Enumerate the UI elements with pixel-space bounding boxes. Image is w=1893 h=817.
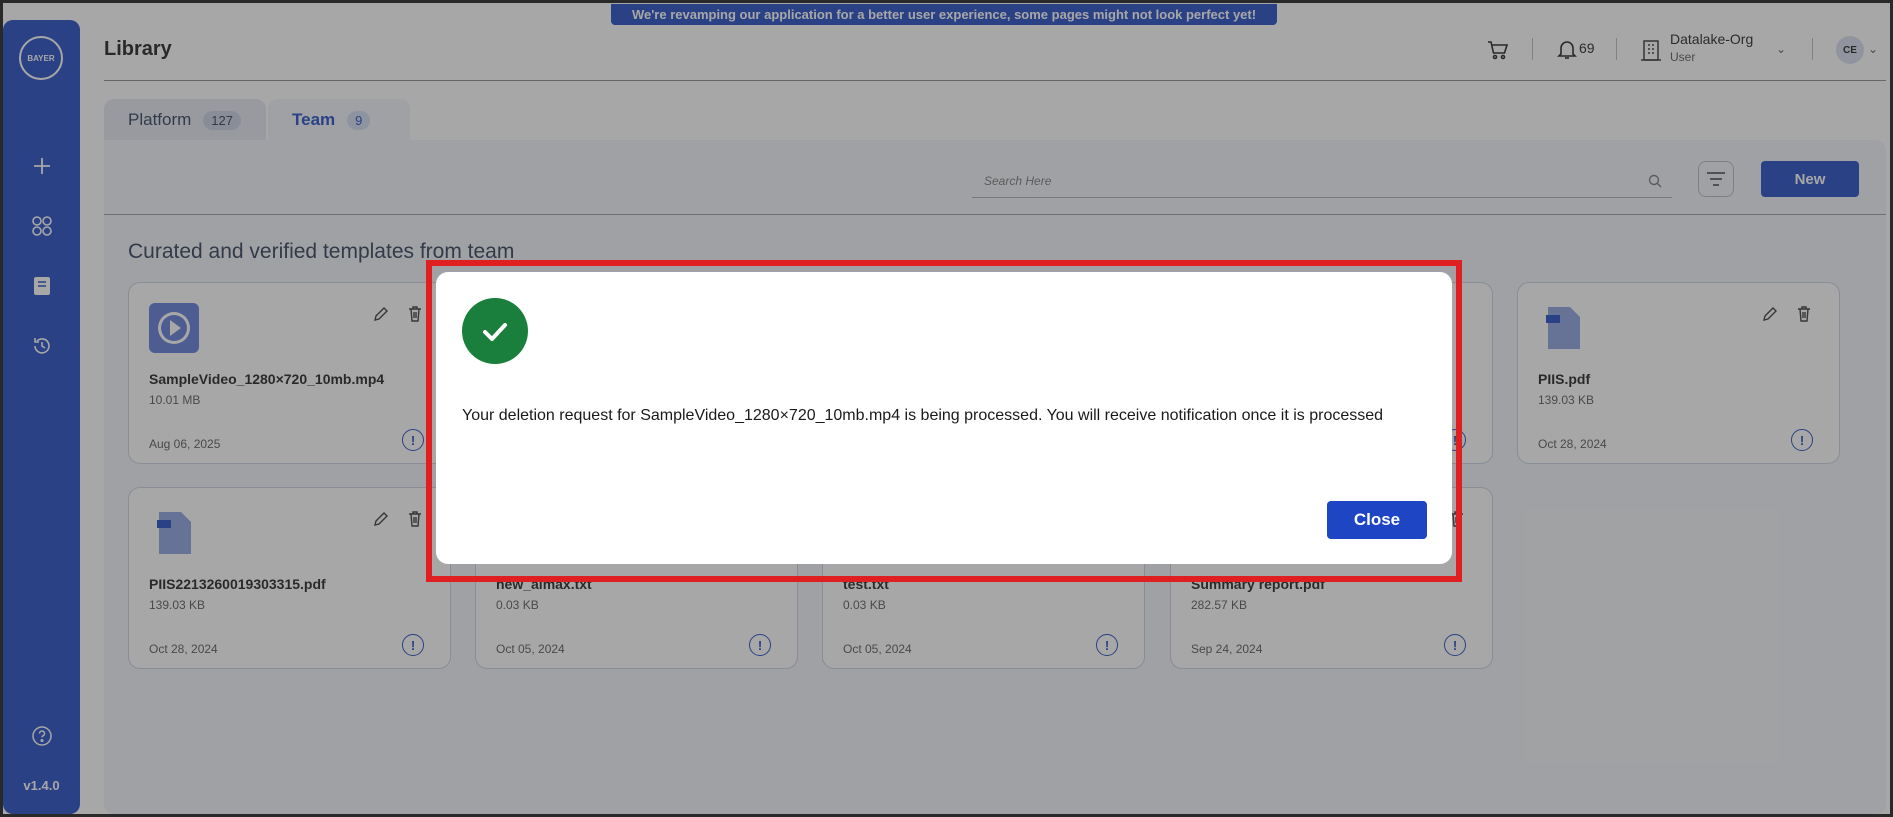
success-check-icon <box>462 298 528 364</box>
close-button[interactable]: Close <box>1327 501 1427 539</box>
deletion-dialog: Your deletion request for SampleVideo_12… <box>436 272 1452 564</box>
dialog-message: Your deletion request for SampleVideo_12… <box>462 407 1384 424</box>
